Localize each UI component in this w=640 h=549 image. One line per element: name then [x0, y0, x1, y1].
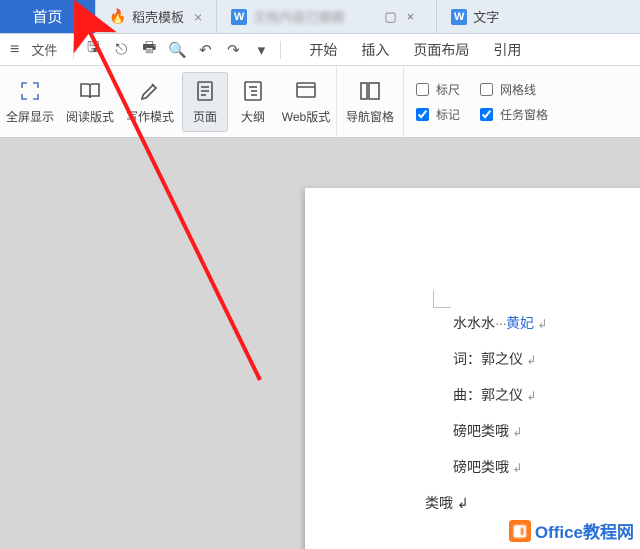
- line-2: 词：郭之仪 ↲: [453, 352, 547, 366]
- tab-home-label: 首页: [32, 6, 62, 27]
- mark-check-icon[interactable]: [416, 108, 429, 121]
- line-4: 磅吧类哦 ↲: [453, 424, 547, 438]
- separator: [73, 41, 74, 59]
- grid-checkbox[interactable]: 网格线: [476, 80, 548, 99]
- write-label: 写作模式: [126, 108, 174, 125]
- undo-icon[interactable]: ↶: [192, 41, 218, 59]
- tab-template-label: 稻壳模板: [132, 7, 184, 26]
- tab-close-icon[interactable]: ×: [194, 9, 202, 25]
- pen-icon: [137, 78, 163, 104]
- ribbon-tabs: 开始 插入 页面布局 引用: [297, 40, 533, 60]
- watermark: ◧ Office教程网: [509, 518, 634, 543]
- print-icon[interactable]: 🖶: [136, 37, 162, 62]
- grid-check-icon[interactable]: [480, 83, 493, 96]
- fullscreen-icon: [17, 78, 43, 104]
- outline-button[interactable]: 大纲: [230, 78, 276, 125]
- line-5: 磅吧类哦 ↲: [453, 460, 547, 474]
- preview-icon[interactable]: 🔍: [164, 41, 190, 59]
- ribbon: 全屏显示 阅读版式 写作模式 页面 大纲: [0, 66, 640, 138]
- dropdown-icon[interactable]: ▾: [248, 41, 274, 59]
- tab-insert[interactable]: 插入: [349, 40, 401, 60]
- watermark-text: Office教程网: [535, 518, 634, 543]
- tab-layout[interactable]: 页面布局: [401, 40, 481, 60]
- outline-label: 大纲: [241, 108, 265, 125]
- page-label: 页面: [193, 108, 217, 125]
- read-label: 阅读版式: [66, 108, 114, 125]
- fullscreen-label: 全屏显示: [6, 108, 54, 125]
- save-icon[interactable]: 🖫: [80, 37, 106, 62]
- word-doc-icon: W: [451, 9, 467, 25]
- web-view-button[interactable]: Web版式: [276, 78, 336, 125]
- nav-label: 导航窗格: [346, 108, 394, 125]
- fullscreen-button[interactable]: 全屏显示: [0, 78, 60, 125]
- group-checks: 标尺 标记 网格线 任务窗格: [404, 66, 556, 137]
- page[interactable]: 水水水···黄妃 ↲ 词：郭之仪 ↲ 曲：郭之仪 ↲ 磅吧类哦 ↲ 磅吧类哦 ↲…: [305, 188, 640, 549]
- tab-ref[interactable]: 引用: [481, 40, 533, 60]
- tab-doc2-label: 文字: [473, 7, 499, 26]
- ruler-checkbox[interactable]: 标尺: [412, 80, 460, 99]
- line-edge: 类哦 ↲: [425, 493, 469, 513]
- group-view-modes: 全屏显示 阅读版式 写作模式 页面 大纲: [0, 66, 337, 137]
- tab-home[interactable]: 首页: [0, 0, 96, 33]
- tab-doc-label: 文档内容已模糊: [253, 7, 344, 26]
- office-logo-icon: ◧: [509, 520, 531, 542]
- checks-col2: 网格线 任务窗格: [468, 80, 556, 124]
- document-canvas[interactable]: 水水水···黄妃 ↲ 词：郭之仪 ↲ 曲：郭之仪 ↲ 磅吧类哦 ↲ 磅吧类哦 ↲…: [0, 138, 640, 549]
- tab-template[interactable]: 🔥 稻壳模板 ×: [96, 0, 217, 33]
- web-icon: [293, 78, 319, 104]
- page-view-button[interactable]: 页面: [182, 72, 228, 132]
- web-label: Web版式: [282, 108, 330, 125]
- word-doc-icon: W: [231, 9, 247, 25]
- tab-start[interactable]: 开始: [297, 40, 349, 60]
- monitor-icon[interactable]: ▢: [384, 9, 396, 25]
- doc-text[interactable]: 水水水···黄妃 ↲ 词：郭之仪 ↲ 曲：郭之仪 ↲ 磅吧类哦 ↲ 磅吧类哦 ↲: [453, 316, 547, 496]
- tab-document-blurred[interactable]: W 文档内容已模糊 ▢ ×: [217, 0, 437, 33]
- tab-actions: ▢ ×: [384, 9, 422, 25]
- line-1: 水水水···黄妃 ↲: [453, 316, 547, 330]
- task-check-icon[interactable]: [480, 108, 493, 121]
- read-mode-button[interactable]: 阅读版式: [60, 78, 120, 125]
- tab-close-icon[interactable]: ×: [407, 9, 415, 24]
- group-nav: 导航窗格: [337, 66, 404, 137]
- nav-icon: [357, 78, 383, 104]
- nav-pane-button[interactable]: 导航窗格: [337, 78, 403, 125]
- hamburger-icon[interactable]: ≡: [0, 41, 29, 59]
- task-checkbox[interactable]: 任务窗格: [476, 105, 548, 124]
- separator: [280, 41, 281, 59]
- tab-document-2[interactable]: W 文字: [437, 0, 513, 33]
- title-tabs: 首页 🔥 稻壳模板 × W 文档内容已模糊 ▢ × W 文字: [0, 0, 640, 34]
- quick-access-bar: ≡ 文件 🖫 ⎋ 🖶 🔍 ↶ ↷ ▾ 开始 插入 页面布局 引用: [0, 34, 640, 66]
- margin-corner-icon: [433, 290, 451, 308]
- write-mode-button[interactable]: 写作模式: [120, 78, 180, 125]
- outline-icon: [240, 78, 266, 104]
- mark-checkbox[interactable]: 标记: [412, 105, 460, 124]
- ruler-check-icon[interactable]: [416, 83, 429, 96]
- page-icon: [192, 78, 218, 104]
- print-direct-icon[interactable]: ⎋: [108, 41, 134, 58]
- fire-icon: 🔥: [110, 9, 126, 25]
- book-icon: [77, 78, 103, 104]
- file-menu[interactable]: 文件: [31, 40, 67, 59]
- redo-icon[interactable]: ↷: [220, 41, 246, 59]
- line-3: 曲：郭之仪 ↲: [453, 388, 547, 402]
- checks-col1: 标尺 标记: [404, 80, 468, 124]
